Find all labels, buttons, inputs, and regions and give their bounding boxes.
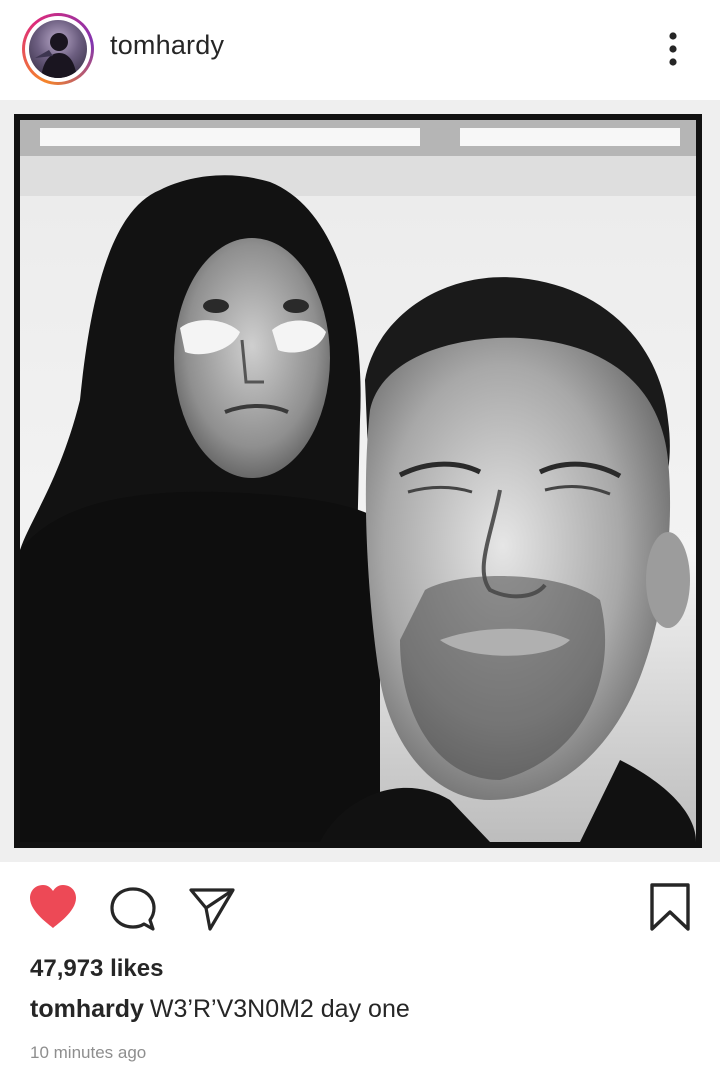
story-ring[interactable] [22, 13, 94, 85]
more-vertical-icon [669, 32, 677, 66]
comment-icon [110, 887, 156, 931]
selfie-image [20, 120, 696, 842]
avatar-image [35, 33, 77, 78]
post-media[interactable] [0, 100, 720, 862]
like-button[interactable] [28, 884, 78, 935]
post-header: tomhardy [0, 0, 720, 100]
share-icon [189, 888, 235, 931]
post-timestamp: 10 minutes ago [30, 1043, 147, 1062]
share-button[interactable] [188, 886, 236, 937]
caption-text: W3’R’V3N0M2 day one [149, 995, 410, 1023]
post-caption: tomhardy W3’R’V3N0M2 day one [30, 995, 410, 1024]
bookmark-icon [650, 883, 690, 931]
action-bar [0, 870, 720, 940]
avatar[interactable] [29, 20, 87, 78]
likes-count[interactable]: 47,973 likes [30, 955, 163, 983]
heart-icon [30, 885, 76, 928]
comment-button[interactable] [110, 886, 156, 937]
caption-username[interactable]: tomhardy [30, 995, 144, 1023]
post-username[interactable]: tomhardy [110, 30, 224, 61]
save-button[interactable] [648, 882, 692, 937]
post-photo[interactable] [14, 114, 702, 848]
more-options-button[interactable] [656, 30, 690, 70]
